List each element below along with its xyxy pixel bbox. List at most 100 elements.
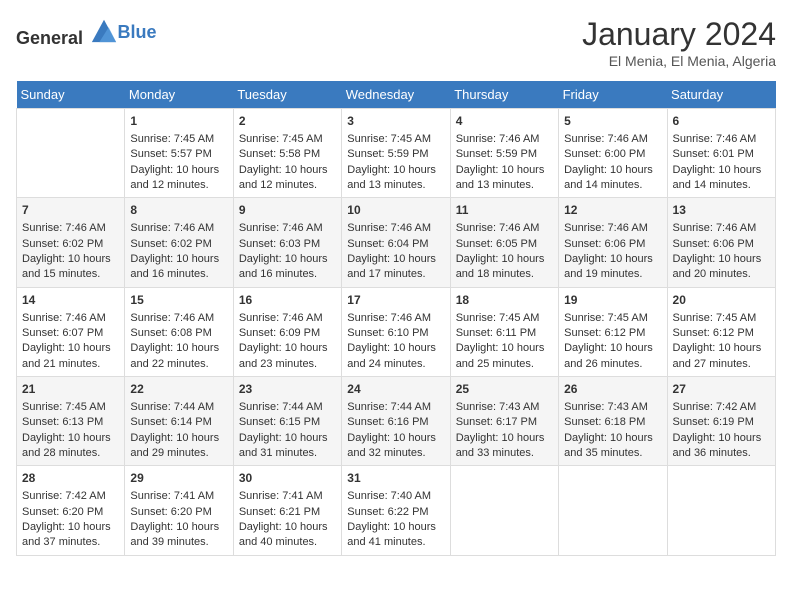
day-number: 11: [456, 202, 553, 219]
week-row-5: 28Sunrise: 7:42 AMSunset: 6:20 PMDayligh…: [17, 466, 776, 555]
calendar-cell: 9Sunrise: 7:46 AMSunset: 6:03 PMDaylight…: [233, 198, 341, 287]
sunset-text: Sunset: 6:06 PM: [564, 238, 645, 250]
day-number: 8: [130, 202, 227, 219]
sunset-text: Sunset: 5:59 PM: [456, 148, 537, 160]
daylight-text: Daylight: 10 hours and 35 minutes.: [564, 432, 653, 459]
daylight-text: Daylight: 10 hours and 14 minutes.: [564, 164, 653, 191]
header-thursday: Thursday: [450, 81, 558, 109]
sunset-text: Sunset: 6:02 PM: [22, 238, 103, 250]
daylight-text: Daylight: 10 hours and 22 minutes.: [130, 342, 219, 369]
daylight-text: Daylight: 10 hours and 32 minutes.: [347, 432, 436, 459]
day-number: 18: [456, 292, 553, 309]
sunrise-text: Sunrise: 7:45 AM: [130, 133, 214, 145]
day-number: 9: [239, 202, 336, 219]
daylight-text: Daylight: 10 hours and 18 minutes.: [456, 253, 545, 280]
daylight-text: Daylight: 10 hours and 37 minutes.: [22, 521, 111, 548]
sunset-text: Sunset: 6:14 PM: [130, 416, 211, 428]
sunrise-text: Sunrise: 7:45 AM: [564, 312, 648, 324]
sunrise-text: Sunrise: 7:46 AM: [130, 312, 214, 324]
sunrise-text: Sunrise: 7:46 AM: [239, 222, 323, 234]
sunset-text: Sunset: 6:05 PM: [456, 238, 537, 250]
sunset-text: Sunset: 6:20 PM: [130, 506, 211, 518]
daylight-text: Daylight: 10 hours and 20 minutes.: [673, 253, 762, 280]
daylight-text: Daylight: 10 hours and 26 minutes.: [564, 342, 653, 369]
calendar-cell: 10Sunrise: 7:46 AMSunset: 6:04 PMDayligh…: [342, 198, 450, 287]
sunrise-text: Sunrise: 7:46 AM: [239, 312, 323, 324]
header-tuesday: Tuesday: [233, 81, 341, 109]
day-number: 3: [347, 113, 444, 130]
calendar-cell: 20Sunrise: 7:45 AMSunset: 6:12 PMDayligh…: [667, 287, 775, 376]
sunset-text: Sunset: 6:18 PM: [564, 416, 645, 428]
logo: General Blue: [16, 16, 157, 49]
sunset-text: Sunset: 5:57 PM: [130, 148, 211, 160]
logo-general-text: General: [16, 28, 83, 48]
sunset-text: Sunset: 5:59 PM: [347, 148, 428, 160]
sunrise-text: Sunrise: 7:43 AM: [456, 401, 540, 413]
daylight-text: Daylight: 10 hours and 23 minutes.: [239, 342, 328, 369]
sunrise-text: Sunrise: 7:44 AM: [239, 401, 323, 413]
sunset-text: Sunset: 6:09 PM: [239, 327, 320, 339]
sunrise-text: Sunrise: 7:46 AM: [347, 222, 431, 234]
calendar-cell: 5Sunrise: 7:46 AMSunset: 6:00 PMDaylight…: [559, 109, 667, 198]
sunrise-text: Sunrise: 7:46 AM: [22, 312, 106, 324]
day-number: 30: [239, 470, 336, 487]
daylight-text: Daylight: 10 hours and 21 minutes.: [22, 342, 111, 369]
week-row-4: 21Sunrise: 7:45 AMSunset: 6:13 PMDayligh…: [17, 377, 776, 466]
title-area: January 2024 El Menia, El Menia, Algeria: [582, 16, 776, 69]
sunrise-text: Sunrise: 7:44 AM: [347, 401, 431, 413]
daylight-text: Daylight: 10 hours and 36 minutes.: [673, 432, 762, 459]
sunset-text: Sunset: 6:10 PM: [347, 327, 428, 339]
header-saturday: Saturday: [667, 81, 775, 109]
daylight-text: Daylight: 10 hours and 17 minutes.: [347, 253, 436, 280]
day-number: 31: [347, 470, 444, 487]
sunset-text: Sunset: 6:21 PM: [239, 506, 320, 518]
calendar-cell: 25Sunrise: 7:43 AMSunset: 6:17 PMDayligh…: [450, 377, 558, 466]
calendar-cell: 21Sunrise: 7:45 AMSunset: 6:13 PMDayligh…: [17, 377, 125, 466]
sunset-text: Sunset: 6:17 PM: [456, 416, 537, 428]
day-number: 7: [22, 202, 119, 219]
sunset-text: Sunset: 6:08 PM: [130, 327, 211, 339]
day-number: 16: [239, 292, 336, 309]
daylight-text: Daylight: 10 hours and 41 minutes.: [347, 521, 436, 548]
calendar-cell: 13Sunrise: 7:46 AMSunset: 6:06 PMDayligh…: [667, 198, 775, 287]
header-sunday: Sunday: [17, 81, 125, 109]
daylight-text: Daylight: 10 hours and 12 minutes.: [239, 164, 328, 191]
calendar-cell: 8Sunrise: 7:46 AMSunset: 6:02 PMDaylight…: [125, 198, 233, 287]
day-number: 26: [564, 381, 661, 398]
sunset-text: Sunset: 6:01 PM: [673, 148, 754, 160]
sunset-text: Sunset: 5:58 PM: [239, 148, 320, 160]
day-number: 4: [456, 113, 553, 130]
sunrise-text: Sunrise: 7:41 AM: [130, 490, 214, 502]
day-number: 1: [130, 113, 227, 130]
daylight-text: Daylight: 10 hours and 40 minutes.: [239, 521, 328, 548]
sunrise-text: Sunrise: 7:45 AM: [673, 312, 757, 324]
day-number: 5: [564, 113, 661, 130]
sunset-text: Sunset: 6:15 PM: [239, 416, 320, 428]
day-number: 17: [347, 292, 444, 309]
day-number: 21: [22, 381, 119, 398]
sunrise-text: Sunrise: 7:45 AM: [347, 133, 431, 145]
day-number: 25: [456, 381, 553, 398]
sunset-text: Sunset: 6:19 PM: [673, 416, 754, 428]
day-number: 12: [564, 202, 661, 219]
calendar-cell: 6Sunrise: 7:46 AMSunset: 6:01 PMDaylight…: [667, 109, 775, 198]
calendar-cell: 30Sunrise: 7:41 AMSunset: 6:21 PMDayligh…: [233, 466, 341, 555]
calendar-cell: 15Sunrise: 7:46 AMSunset: 6:08 PMDayligh…: [125, 287, 233, 376]
day-number: 27: [673, 381, 770, 398]
calendar-cell: 26Sunrise: 7:43 AMSunset: 6:18 PMDayligh…: [559, 377, 667, 466]
sunset-text: Sunset: 6:20 PM: [22, 506, 103, 518]
week-row-1: 1 Sunrise: 7:45 AM Sunset: 5:57 PM Daylight…: [17, 109, 776, 198]
daylight-text: Daylight: 10 hours and 25 minutes.: [456, 342, 545, 369]
month-title: January 2024: [582, 16, 776, 53]
calendar-cell: 12Sunrise: 7:46 AMSunset: 6:06 PMDayligh…: [559, 198, 667, 287]
sunrise-text: Sunrise: 7:42 AM: [673, 401, 757, 413]
week-row-2: 7 Sunrise: 7:46 AM Sunset: 6:02 PM Daylight…: [17, 198, 776, 287]
calendar-header-row: SundayMondayTuesdayWednesdayThursdayFrid…: [17, 81, 776, 109]
calendar-cell: 24Sunrise: 7:44 AMSunset: 6:16 PMDayligh…: [342, 377, 450, 466]
day-number: 13: [673, 202, 770, 219]
daylight-text: Daylight: 10 hours and 31 minutes.: [239, 432, 328, 459]
calendar-cell: 1Sunrise: 7:45 AMSunset: 5:57 PMDaylight…: [125, 109, 233, 198]
sunrise-text: Sunrise: 7:46 AM: [456, 133, 540, 145]
sunrise-text: Sunrise: 7:46 AM: [564, 222, 648, 234]
daylight-text: Daylight: 10 hours and 24 minutes.: [347, 342, 436, 369]
